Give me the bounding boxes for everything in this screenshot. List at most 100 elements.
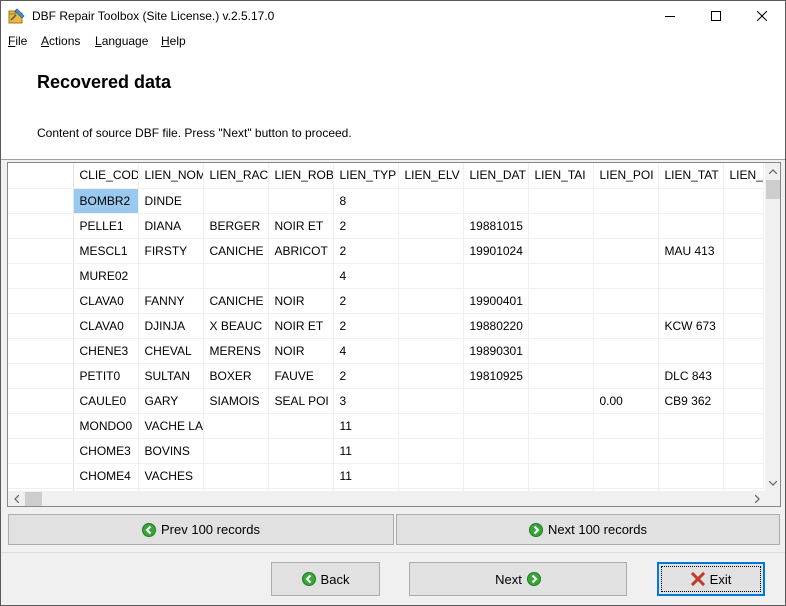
table-cell[interactable]: ABRICOT [268,238,334,264]
table-cell[interactable]: BOVINS [138,438,204,464]
table-cell[interactable] [463,438,529,464]
table-row[interactable]: CLAVA0 DJINJA X BEAUC NOIR ET 2 19880220 KCW 6… [8,313,764,339]
table-cell[interactable]: CHENE3 [73,338,139,364]
table-cell[interactable] [398,388,464,414]
column-header[interactable]: LIEN_TAT [658,163,724,189]
table-cell[interactable] [723,438,764,464]
table-cell[interactable]: DIANA [138,213,204,239]
scroll-down-button[interactable] [765,475,780,491]
table-cell[interactable] [658,413,724,439]
column-header[interactable]: CLIE_COD [73,163,139,189]
column-header[interactable]: LIEN_TYP [333,163,399,189]
table-cell[interactable]: VACHES [138,463,204,489]
back-button[interactable]: Back [271,562,380,596]
table-cell[interactable]: DINDE [138,188,204,214]
table-cell[interactable]: 2 [333,313,399,339]
table-cell[interactable] [723,338,764,364]
table-cell[interactable] [528,313,594,339]
table-cell[interactable] [593,188,659,214]
menu-actions[interactable]: Actions [41,34,80,48]
table-row[interactable]: CHENE3 CHEVAL MERENS NOIR 4 19890301 [8,338,764,364]
table-cell[interactable]: 3 [333,388,399,414]
table-cell[interactable] [528,188,594,214]
table-cell[interactable] [658,188,724,214]
table-cell[interactable] [723,213,764,239]
table-cell[interactable]: CHOME3 [73,438,139,464]
table-cell[interactable]: FANNY [138,288,204,314]
row-indicator[interactable] [8,338,74,364]
table-cell[interactable]: 2 [333,213,399,239]
table-cell[interactable]: FAUVE [268,363,334,389]
table-cell[interactable] [658,213,724,239]
column-header[interactable]: LIEN_NOM [138,163,204,189]
table-cell[interactable]: 19900401 [463,288,529,314]
table-cell[interactable]: NOIR [268,338,334,364]
table-cell[interactable] [723,238,764,264]
table-cell[interactable] [723,188,764,214]
table-cell[interactable] [463,188,529,214]
minimize-button[interactable] [647,1,693,31]
table-cell[interactable] [203,438,269,464]
table-cell[interactable] [723,263,764,289]
table-cell[interactable] [398,213,464,239]
row-indicator[interactable] [8,463,74,489]
row-indicator[interactable] [8,238,74,264]
menu-language[interactable]: Language [95,34,148,48]
table-cell[interactable]: 0.00 [593,388,659,414]
table-cell[interactable] [593,413,659,439]
table-cell[interactable]: PETIT0 [73,363,139,389]
table-cell[interactable] [463,413,529,439]
table-cell[interactable] [593,263,659,289]
table-cell[interactable] [528,363,594,389]
table-cell[interactable]: VACHE LA [138,413,204,439]
table-cell[interactable] [463,263,529,289]
table-cell[interactable] [593,313,659,339]
column-header[interactable]: LIEN_ROB [268,163,334,189]
table-cell[interactable]: NOIR ET [268,313,334,339]
table-cell[interactable]: BERGER [203,213,269,239]
table-cell[interactable] [723,363,764,389]
table-cell[interactable] [398,463,464,489]
table-cell[interactable] [398,438,464,464]
horizontal-scrollbar[interactable] [8,491,765,506]
table-cell[interactable]: MURE02 [73,263,139,289]
table-cell[interactable]: NOIR ET [268,213,334,239]
table-cell[interactable] [658,263,724,289]
row-indicator[interactable] [8,213,74,239]
next-button[interactable]: Next [409,562,627,596]
table-cell[interactable] [528,263,594,289]
table-cell[interactable] [723,388,764,414]
table-cell[interactable]: MERENS [203,338,269,364]
column-header[interactable]: LIEN_ [723,163,764,189]
table-cell[interactable] [203,463,269,489]
table-row[interactable]: MONDO0 VACHE LA 11 [8,413,764,439]
table-cell[interactable] [528,388,594,414]
table-cell[interactable]: 19880220 [463,313,529,339]
table-cell[interactable] [203,413,269,439]
table-cell[interactable]: CAULE0 [73,388,139,414]
table-row[interactable]: PELLE1 DIANA BERGER NOIR ET 2 19881015 [8,213,764,239]
table-cell[interactable]: PELLE1 [73,213,139,239]
column-header[interactable]: LIEN_TAI [528,163,594,189]
table-cell[interactable]: CB9 362 [658,388,724,414]
table-cell[interactable]: MAU 413 [658,238,724,264]
column-header[interactable]: LIEN_DAT [463,163,529,189]
menu-help[interactable]: Help [161,34,186,48]
scroll-left-button[interactable] [8,491,24,506]
table-cell[interactable] [723,463,764,489]
row-indicator[interactable] [8,188,74,214]
vertical-scroll-thumb[interactable] [766,180,780,199]
table-cell[interactable]: DJINJA [138,313,204,339]
table-cell[interactable] [723,413,764,439]
table-cell[interactable] [398,238,464,264]
table-cell[interactable] [658,438,724,464]
table-row[interactable]: MESCL1 FIRSTY CANICHE ABRICOT 2 19901024 MAU 4… [8,238,764,264]
table-cell[interactable] [398,288,464,314]
table-cell[interactable]: CLAVA0 [73,288,139,314]
table-cell[interactable] [593,213,659,239]
table-cell[interactable] [398,363,464,389]
table-cell[interactable]: 19890301 [463,338,529,364]
table-cell[interactable]: 11 [333,438,399,464]
table-cell[interactable] [268,463,334,489]
table-cell[interactable]: FIRSTY [138,238,204,264]
